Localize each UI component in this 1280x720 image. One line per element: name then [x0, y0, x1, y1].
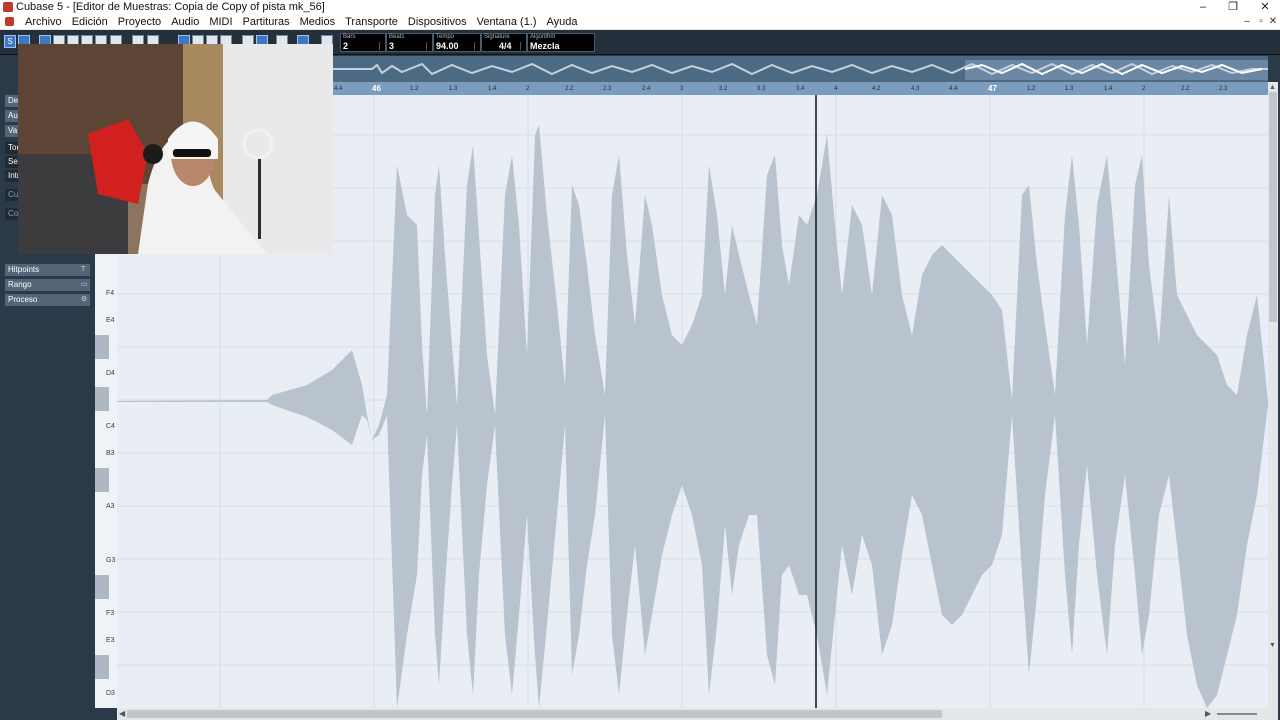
spinner-icon[interactable] [379, 42, 384, 50]
timeline-ruler[interactable]: 4.4 46 1.2 1.3 1.4 2 2.2 2.3 2.4 3 3.2 3… [332, 82, 1268, 95]
note-label: E3 [106, 637, 115, 644]
bar-46-label: 46 [372, 84, 381, 93]
menu-ventana[interactable]: Ventana (1.) [472, 15, 542, 29]
black-key[interactable] [95, 575, 109, 599]
section-hitpoints[interactable]: Hitpoints T [5, 264, 90, 276]
spinner-icon[interactable] [474, 42, 479, 50]
vertical-scrollbar[interactable]: ▲ ▼ [1268, 82, 1278, 708]
close-button[interactable]: ✕ [1250, 0, 1280, 15]
beats-field[interactable]: Beats 3 [386, 33, 433, 52]
menu-audio[interactable]: Audio [166, 15, 204, 29]
spinner-icon[interactable] [520, 42, 525, 50]
menu-medios[interactable]: Medios [295, 15, 340, 29]
horizontal-scroll-thumb[interactable] [127, 710, 942, 718]
zoom-slider[interactable] [1217, 713, 1257, 715]
scrollbar-arrow-icon[interactable]: ▼ [1269, 642, 1276, 649]
note-label: E4 [106, 317, 115, 324]
note-label: B3 [106, 450, 115, 457]
mdi-close-button[interactable]: ✕ [1266, 15, 1280, 29]
webcam-graphic [18, 44, 333, 254]
menu-transporte[interactable]: Transporte [340, 15, 403, 29]
scrollbar-arrow-icon[interactable]: ▲ [1269, 84, 1276, 91]
note-label: F3 [106, 610, 115, 617]
bar-47-label: 47 [988, 84, 997, 93]
note-label: C4 [106, 423, 115, 430]
mdi-minimize-button[interactable]: – [1240, 15, 1254, 29]
overview-waveform[interactable] [332, 56, 1268, 82]
black-key[interactable] [95, 655, 109, 679]
webcam-overlay [18, 44, 333, 254]
overview-waveform-graphic [332, 60, 1268, 80]
menu-partituras[interactable]: Partituras [238, 15, 295, 29]
menu-edicion[interactable]: Edición [67, 15, 113, 29]
spinner-icon[interactable] [426, 42, 431, 50]
horizontal-scrollbar[interactable]: ◀ ▶ [117, 708, 1278, 720]
note-label: A3 [106, 503, 115, 510]
menu-dispositivos[interactable]: Dispositivos [403, 15, 472, 29]
signature-field[interactable]: Signature 4/4 [481, 33, 527, 52]
chevron-down-icon [589, 42, 593, 50]
maximize-button[interactable]: ❐ [1218, 0, 1248, 15]
black-key[interactable] [95, 335, 109, 359]
black-key[interactable] [95, 387, 109, 411]
menu-archivo[interactable]: Archivo [20, 15, 67, 29]
scrollbar-arrow-icon[interactable]: ▶ [1205, 709, 1211, 718]
algorithm-select[interactable]: Algorithm Mezcla [527, 33, 595, 52]
menu-ayuda[interactable]: Ayuda [542, 15, 583, 29]
bars-field[interactable]: Bars 2 [340, 33, 386, 52]
solo-icon: S [7, 37, 13, 46]
black-key[interactable] [95, 468, 109, 492]
note-label: F4 [106, 290, 115, 297]
window-title: Cubase 5 - [Editor de Muestras: Copia de… [16, 1, 325, 13]
range-icon: ▭ [81, 281, 88, 288]
minimize-button[interactable]: – [1188, 0, 1218, 15]
vertical-scroll-thumb[interactable] [1269, 92, 1277, 322]
note-label: D3 [106, 690, 115, 697]
tempo-field[interactable]: Tempo 94.00 [433, 33, 481, 52]
menu-midi[interactable]: MIDI [204, 15, 237, 29]
text-icon: T [81, 266, 86, 273]
title-bar: Cubase 5 - [Editor de Muestras: Copia de… [0, 0, 1280, 15]
section-rango[interactable]: Rango ▭ [5, 279, 90, 291]
gear-icon: ⚙ [81, 296, 88, 303]
scrollbar-arrow-icon[interactable]: ◀ [119, 709, 125, 718]
cubase-app-icon [3, 2, 13, 12]
note-label: D4 [106, 370, 115, 377]
note-label: G3 [106, 557, 116, 564]
menu-bar: Archivo Edición Proyecto Audio MIDI Part… [0, 15, 1280, 30]
menu-proyecto[interactable]: Proyecto [113, 15, 166, 29]
solo-button[interactable]: S [4, 35, 16, 48]
section-proceso[interactable]: Proceso ⚙ [5, 294, 90, 306]
document-icon [5, 17, 14, 26]
